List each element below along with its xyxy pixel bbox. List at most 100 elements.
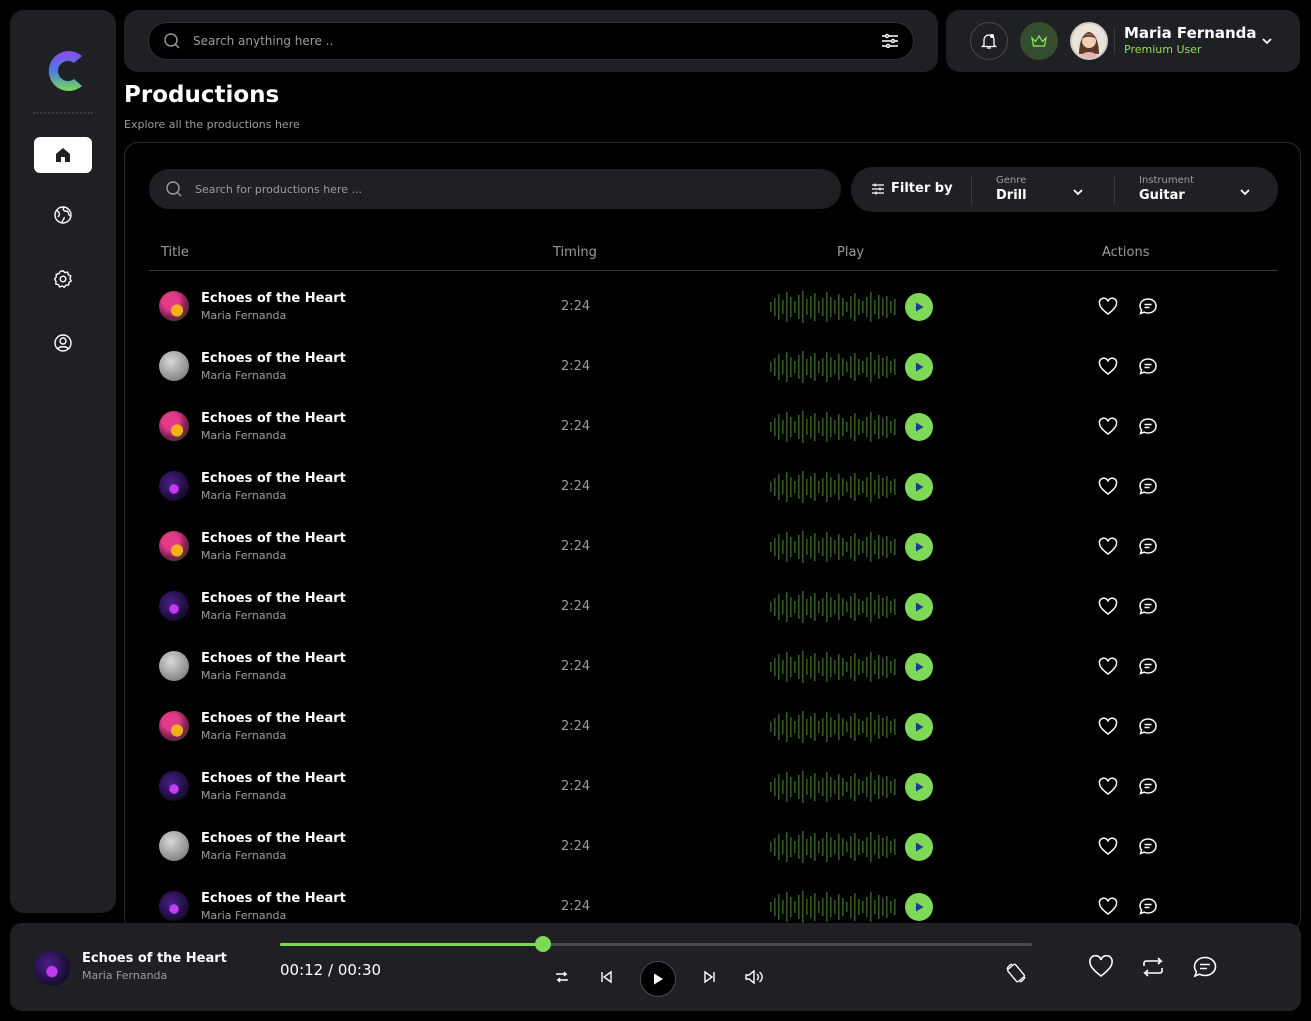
heart-icon[interactable] [1098,417,1118,437]
waveform[interactable] [769,891,897,923]
sidebar-item-profile[interactable] [34,325,92,361]
heart-icon[interactable] [1098,477,1118,497]
table-row[interactable]: Echoes of the Heart Maria Fernanda 2:24 [149,697,1278,757]
repeat-icon[interactable] [554,969,570,985]
play-icon [913,481,925,493]
instrument-filter[interactable]: Instrument Guitar [1139,175,1194,203]
volume-icon[interactable] [744,969,764,985]
waveform[interactable] [769,471,897,503]
productions-search-input[interactable]: Search for productions here ... [149,169,841,209]
sidebar-item-home[interactable] [34,137,92,173]
heart-icon[interactable] [1098,777,1118,797]
heart-icon[interactable] [1098,357,1118,377]
comment-icon[interactable] [1138,597,1158,617]
heart-icon[interactable] [1098,837,1118,857]
table-row[interactable]: Echoes of the Heart Maria Fernanda 2:24 [149,817,1278,877]
track-title[interactable]: Echoes of the Heart [201,411,346,426]
row-play-button[interactable] [905,893,933,921]
row-play-button[interactable] [905,713,933,741]
heart-icon[interactable] [1098,657,1118,677]
app-logo[interactable] [42,46,86,96]
table-row[interactable]: Echoes of the Heart Maria Fernanda 2:24 [149,277,1278,337]
track-title[interactable]: Echoes of the Heart [201,471,346,486]
row-play-button[interactable] [905,773,933,801]
heart-icon[interactable] [1098,537,1118,557]
waveform[interactable] [769,291,897,323]
waveform[interactable] [769,651,897,683]
sidebar-item-explore[interactable] [34,197,92,233]
skip-forward-icon[interactable] [702,969,718,985]
user-avatar[interactable] [1070,22,1108,60]
row-play-button[interactable] [905,593,933,621]
track-title[interactable]: Echoes of the Heart [201,771,346,786]
comment-icon[interactable] [1138,777,1158,797]
track-title[interactable]: Echoes of the Heart [201,351,346,366]
waveform[interactable] [769,711,897,743]
player-progress-handle[interactable] [535,936,552,952]
track-cover-art [159,711,189,741]
global-search-input[interactable]: Search anything here .. [148,22,914,60]
search-placeholder: Search anything here .. [193,34,334,48]
comment-icon[interactable] [1138,537,1158,557]
track-title[interactable]: Echoes of the Heart [201,891,346,906]
chevron-down-icon[interactable] [1260,34,1274,48]
heart-icon[interactable] [1098,717,1118,737]
play-button[interactable] [640,961,676,997]
waveform[interactable] [769,351,897,383]
sliders-icon[interactable] [881,32,899,50]
comment-icon[interactable] [1138,417,1158,437]
table-row[interactable]: Echoes of the Heart Maria Fernanda 2:24 [149,517,1278,577]
track-title[interactable]: Echoes of the Heart [201,591,346,606]
play-icon [913,841,925,853]
notifications-button[interactable] [970,22,1008,60]
comment-icon[interactable] [1138,357,1158,377]
heart-icon[interactable] [1088,955,1114,979]
comment-icon[interactable] [1138,837,1158,857]
heart-icon[interactable] [1098,297,1118,317]
comment-icon[interactable] [1192,955,1218,979]
track-title[interactable]: Echoes of the Heart [201,711,346,726]
skip-back-icon[interactable] [598,969,614,985]
waveform[interactable] [769,771,897,803]
table-row[interactable]: Echoes of the Heart Maria Fernanda 2:24 [149,577,1278,637]
sidebar-item-settings[interactable] [34,261,92,297]
track-title[interactable]: Echoes of the Heart [201,831,346,846]
player-progress-bar[interactable] [280,936,1032,952]
row-play-button[interactable] [905,473,933,501]
comment-icon[interactable] [1138,477,1158,497]
row-play-button[interactable] [905,353,933,381]
table-row[interactable]: Echoes of the Heart Maria Fernanda 2:24 [149,337,1278,397]
table-row[interactable]: Echoes of the Heart Maria Fernanda 2:24 [149,457,1278,517]
bell-icon [980,32,998,50]
table-row[interactable]: Echoes of the Heart Maria Fernanda 2:24 [149,397,1278,457]
chevron-down-icon[interactable] [1238,185,1252,199]
track-title[interactable]: Echoes of the Heart [201,651,346,666]
loop-icon[interactable] [1140,955,1166,979]
chevron-down-icon[interactable] [1071,185,1085,199]
comment-icon[interactable] [1138,717,1158,737]
comment-icon[interactable] [1138,657,1158,677]
genre-filter[interactable]: Genre Drill [996,175,1027,203]
waveform[interactable] [769,411,897,443]
waveform[interactable] [769,831,897,863]
waveform[interactable] [769,531,897,563]
comment-icon[interactable] [1138,897,1158,917]
track-timing: 2:24 [561,779,591,794]
row-play-button[interactable] [905,413,933,441]
waveform[interactable] [769,591,897,623]
table-row[interactable]: Echoes of the Heart Maria Fernanda 2:24 [149,637,1278,697]
track-title[interactable]: Echoes of the Heart [201,531,346,546]
row-play-button[interactable] [905,653,933,681]
rotate-device-icon[interactable] [1004,961,1028,985]
track-title[interactable]: Echoes of the Heart [201,291,346,306]
filter-by-button[interactable]: Filter by [871,181,953,196]
comment-icon[interactable] [1138,297,1158,317]
heart-icon[interactable] [1098,597,1118,617]
track-timing: 2:24 [561,539,591,554]
row-play-button[interactable] [905,833,933,861]
heart-icon[interactable] [1098,897,1118,917]
premium-button[interactable] [1020,22,1058,60]
row-play-button[interactable] [905,293,933,321]
row-play-button[interactable] [905,533,933,561]
table-row[interactable]: Echoes of the Heart Maria Fernanda 2:24 [149,757,1278,817]
